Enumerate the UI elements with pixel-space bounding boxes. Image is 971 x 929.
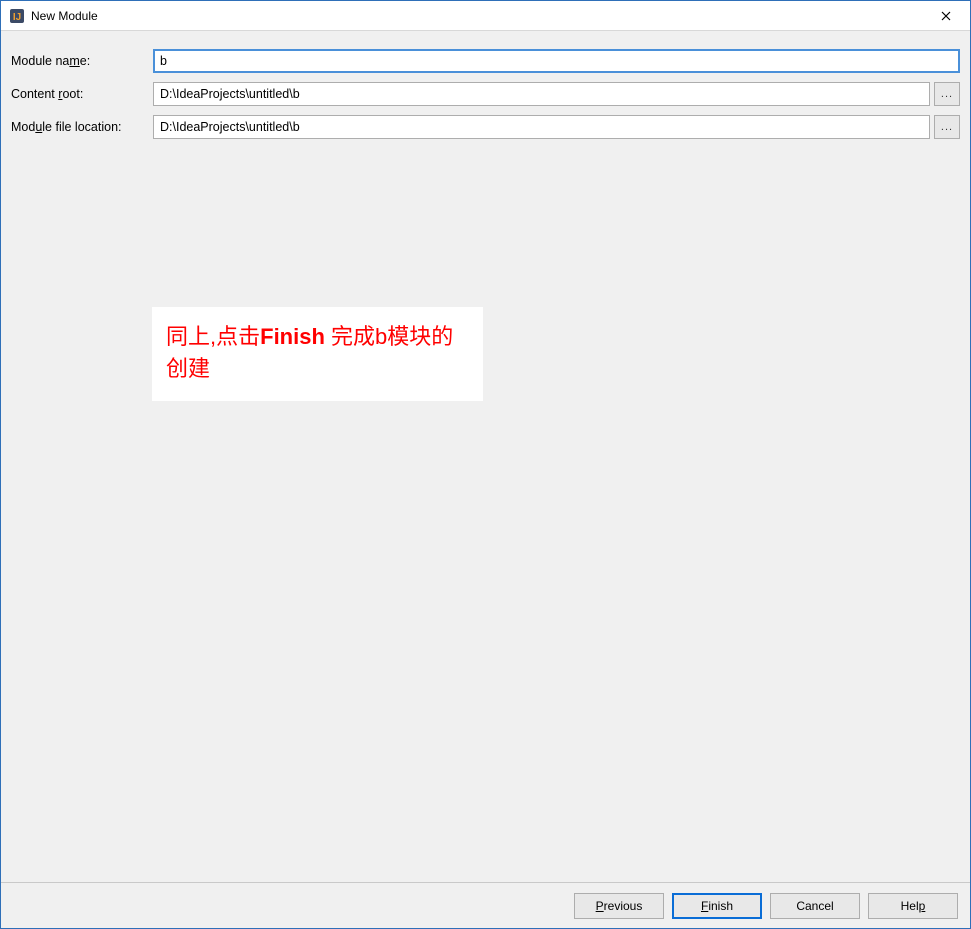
previous-button[interactable]: Previous [574, 893, 664, 919]
window-title: New Module [31, 9, 923, 23]
content-root-label: Content root: [11, 87, 153, 101]
app-icon: IJ [9, 8, 25, 24]
button-bar: Previous Finish Cancel Help [1, 882, 970, 928]
module-file-location-row: Module file location: ... [11, 115, 960, 139]
help-button[interactable]: Help [868, 893, 958, 919]
module-file-location-label: Module file location: [11, 120, 153, 134]
content-root-row: Content root: ... [11, 82, 960, 106]
content-root-browse-button[interactable]: ... [934, 82, 960, 106]
dialog-content: Module name: Content root: ... Module fi… [1, 31, 970, 928]
module-file-location-input[interactable] [153, 115, 930, 139]
finish-button[interactable]: Finish [672, 893, 762, 919]
annotation-overlay: 同上,点击Finish 完成b模块的 创建 [152, 307, 483, 401]
module-name-input[interactable] [153, 49, 960, 73]
cancel-button[interactable]: Cancel [770, 893, 860, 919]
title-bar: IJ New Module [1, 1, 970, 31]
svg-text:IJ: IJ [13, 12, 21, 23]
content-root-input[interactable] [153, 82, 930, 106]
module-name-row: Module name: [11, 49, 960, 73]
module-name-label: Module name: [11, 54, 153, 68]
form-area: Module name: Content root: ... Module fi… [1, 31, 970, 158]
module-file-location-browse-button[interactable]: ... [934, 115, 960, 139]
close-button[interactable] [923, 1, 968, 30]
